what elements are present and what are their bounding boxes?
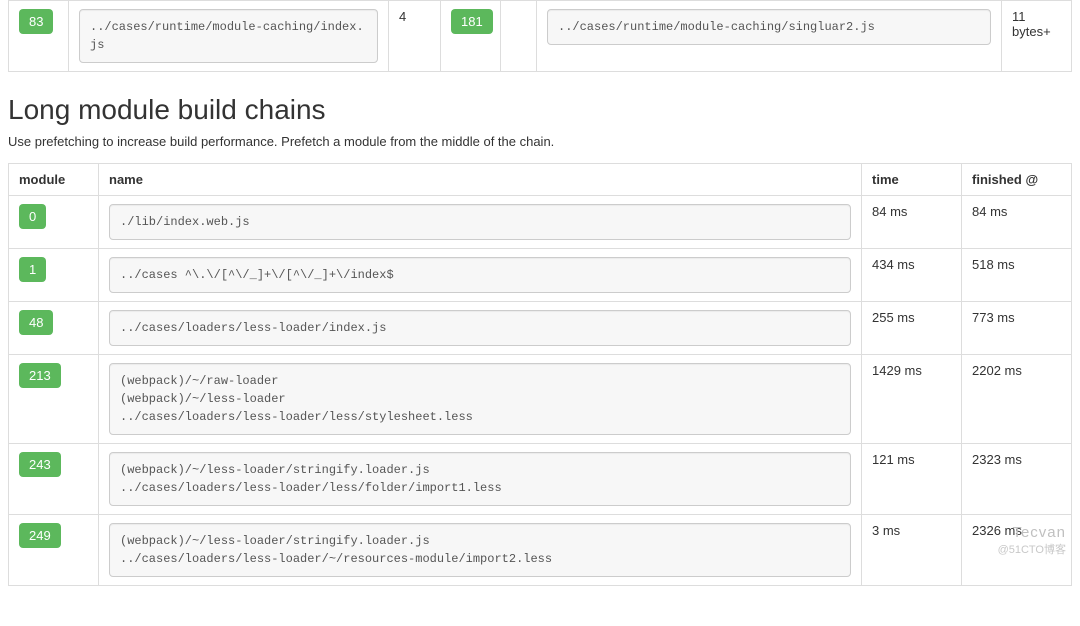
time-cell: 255 ms bbox=[862, 302, 962, 355]
module-name-box: ../cases/loaders/less-loader/index.js bbox=[109, 310, 851, 346]
module-name-box: (webpack)/~/less-loader/stringify.loader… bbox=[109, 452, 851, 506]
col-name-header: name bbox=[99, 164, 862, 196]
module-name-box: ../cases ^\.\/[^\/_]+\/[^\/_]+\/index$ bbox=[109, 257, 851, 293]
module-path-box: ../cases/runtime/module-caching/index.js bbox=[79, 9, 378, 63]
finished-cell: 518 ms bbox=[962, 249, 1072, 302]
module-name-box: ./lib/index.web.js bbox=[109, 204, 851, 240]
module-id-badge[interactable]: 249 bbox=[19, 523, 61, 548]
table-row: 0 ./lib/index.web.js 84 ms84 ms bbox=[9, 196, 1072, 249]
empty-cell bbox=[501, 1, 537, 72]
module-name-box: (webpack)/~/raw-loader (webpack)/~/less-… bbox=[109, 363, 851, 435]
module-id-badge[interactable]: 83 bbox=[19, 9, 53, 34]
finished-cell: 84 ms bbox=[962, 196, 1072, 249]
col-time-header: time bbox=[862, 164, 962, 196]
time-cell: 84 ms bbox=[862, 196, 962, 249]
table-row: 1 ../cases ^\.\/[^\/_]+\/[^\/_]+\/index$ 4… bbox=[9, 249, 1072, 302]
section-title: Long module build chains bbox=[8, 94, 1072, 126]
col-finished-header: finished @ bbox=[962, 164, 1072, 196]
time-cell: 1429 ms bbox=[862, 355, 962, 444]
table-row: 48 ../cases/loaders/less-loader/index.js 2… bbox=[9, 302, 1072, 355]
table-header-row: module name time finished @ bbox=[9, 164, 1072, 196]
module-id-badge[interactable]: 181 bbox=[451, 9, 493, 34]
module-id-badge[interactable]: 0 bbox=[19, 204, 46, 229]
module-size-cell: 11 bytes+ bbox=[1002, 1, 1072, 72]
finished-cell: 773 ms bbox=[962, 302, 1072, 355]
module-path-box: ../cases/runtime/module-caching/singluar… bbox=[547, 9, 991, 45]
module-id-badge[interactable]: 243 bbox=[19, 452, 61, 477]
time-cell: 3 ms bbox=[862, 515, 962, 586]
section-description: Use prefetching to increase build perfor… bbox=[8, 134, 1072, 149]
table-row: 243 (webpack)/~/less-loader/stringify.loa… bbox=[9, 444, 1072, 515]
module-id-badge[interactable]: 48 bbox=[19, 310, 53, 335]
finished-cell: 2202 ms bbox=[962, 355, 1072, 444]
build-chains-table: module name time finished @ 0 ./lib/index… bbox=[8, 163, 1072, 586]
col-module-header: module bbox=[9, 164, 99, 196]
module-count-cell: 4 bbox=[389, 1, 441, 72]
time-cell: 121 ms bbox=[862, 444, 962, 515]
module-caching-table-fragment: 83 ../cases/runtime/module-caching/index… bbox=[8, 0, 1072, 72]
finished-cell: 2323 ms bbox=[962, 444, 1072, 515]
table-row: 249 (webpack)/~/less-loader/stringify.loa… bbox=[9, 515, 1072, 586]
finished-cell: 2326 ms bbox=[962, 515, 1072, 586]
module-id-badge[interactable]: 1 bbox=[19, 257, 46, 282]
module-name-box: (webpack)/~/less-loader/stringify.loader… bbox=[109, 523, 851, 577]
module-id-badge[interactable]: 213 bbox=[19, 363, 61, 388]
module-caching-row: 83 ../cases/runtime/module-caching/index… bbox=[9, 1, 1072, 72]
time-cell: 434 ms bbox=[862, 249, 962, 302]
table-row: 213 (webpack)/~/raw-loader (webpack)/~/le… bbox=[9, 355, 1072, 444]
